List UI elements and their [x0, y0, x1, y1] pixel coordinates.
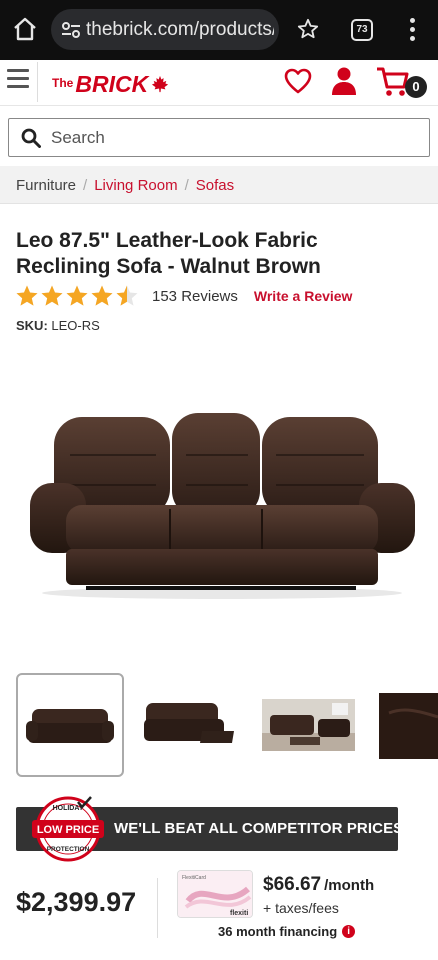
site-settings-icon[interactable]: [61, 21, 81, 39]
breadcrumb-furniture[interactable]: Furniture: [16, 177, 76, 194]
holiday-low-price-protection-seal: HOLIDAY LOW PRICE PROTECTION: [32, 796, 104, 862]
url-text: thebrick.com/products/l: [86, 19, 274, 40]
breadcrumb-bar: Furniture / Living Room / Sofas: [0, 166, 438, 204]
star-full-icon: [66, 285, 88, 306]
flexiti-card-brand: flexiti: [230, 910, 248, 917]
browser-toolbar: thebrick.com/products/l 73: [0, 0, 438, 60]
breadcrumb-separator: /: [83, 177, 88, 194]
breadcrumb-living-room[interactable]: Living Room: [94, 177, 177, 194]
product-title: Leo 87.5" Leather-Look Fabric Reclining …: [16, 229, 321, 278]
flexiti-card-art: FlexitiCard flexiti: [178, 871, 252, 917]
thumbnail-1[interactable]: [16, 673, 124, 777]
seal-bottom-text: PROTECTION: [47, 846, 90, 853]
address-bar[interactable]: thebrick.com/products/l: [51, 9, 279, 50]
thumbnail-sofa-reclined-image: [144, 703, 234, 743]
financing-terms[interactable]: 36 month financing i: [218, 924, 356, 939]
product-main-image[interactable]: [30, 405, 415, 605]
site-header: The BRICK 0: [0, 60, 438, 106]
sku-value: LEO-RS: [51, 318, 100, 333]
cart-count-badge: 0: [405, 76, 427, 98]
rating-row: 153 Reviews Write a Review: [15, 284, 352, 308]
review-count-link[interactable]: 153 Reviews: [152, 288, 238, 305]
hamburger-menu-icon[interactable]: [7, 69, 29, 91]
thumbnail-leather-closeup-image: [379, 693, 438, 759]
star-half-icon: [116, 285, 138, 306]
write-review-link[interactable]: Write a Review: [254, 288, 353, 304]
star-rating[interactable]: [15, 284, 140, 308]
taxes-fees-text: + taxes/fees: [263, 900, 339, 916]
price-divider: [157, 878, 158, 938]
monthly-amount: $66.67: [263, 874, 322, 895]
thumbnail-3[interactable]: [260, 673, 357, 777]
info-icon[interactable]: i: [342, 925, 356, 938]
breadcrumb-separator: /: [184, 177, 189, 194]
product-price: $2,399.97: [16, 887, 137, 917]
star-full-icon: [16, 285, 38, 306]
bookmark-star-icon[interactable]: [297, 18, 319, 40]
logo-brick-text: BRICK: [75, 71, 149, 97]
star-full-icon: [41, 285, 63, 306]
home-icon[interactable]: [12, 16, 38, 42]
flexiti-card-image: FlexitiCard flexiti: [177, 870, 253, 918]
sku-label: SKU:: [16, 318, 48, 333]
breadcrumb-sofas[interactable]: Sofas: [196, 177, 234, 194]
seal-middle-text: LOW PRICE: [37, 824, 99, 836]
search-icon[interactable]: [21, 128, 41, 148]
flexiti-card-label: FlexitiCard: [182, 875, 206, 881]
sku: SKU: LEO-RS: [16, 318, 100, 333]
search-input[interactable]: [51, 119, 421, 156]
star-full-icon: [91, 285, 113, 306]
header-divider: [37, 62, 38, 102]
thumbnail-sofa-front-image: [26, 709, 114, 743]
thumbnail-4[interactable]: [379, 673, 438, 777]
monthly-price: $66.67/month: [263, 874, 374, 896]
thumbnail-2[interactable]: [140, 673, 240, 777]
the-brick-logo[interactable]: The BRICK: [52, 70, 169, 96]
browser-menu-icon[interactable]: [407, 18, 417, 42]
wishlist-heart-icon[interactable]: [283, 67, 313, 95]
thumbnail-room-scene-image: [262, 699, 355, 751]
logo-the-text: The: [52, 76, 74, 90]
breadcrumb: Furniture / Living Room / Sofas: [16, 177, 234, 194]
maple-leaf-icon: [152, 75, 169, 93]
financing-text: 36 month financing: [218, 924, 338, 939]
price-beat-text: WE'LL BEAT ALL COMPETITOR PRICES!: [114, 820, 409, 837]
tab-switcher-button[interactable]: 73: [351, 19, 373, 41]
account-user-icon[interactable]: [331, 66, 357, 96]
search-box: [8, 118, 430, 157]
seal-top-text: HOLIDAY: [53, 805, 84, 812]
monthly-unit: /month: [324, 877, 375, 894]
